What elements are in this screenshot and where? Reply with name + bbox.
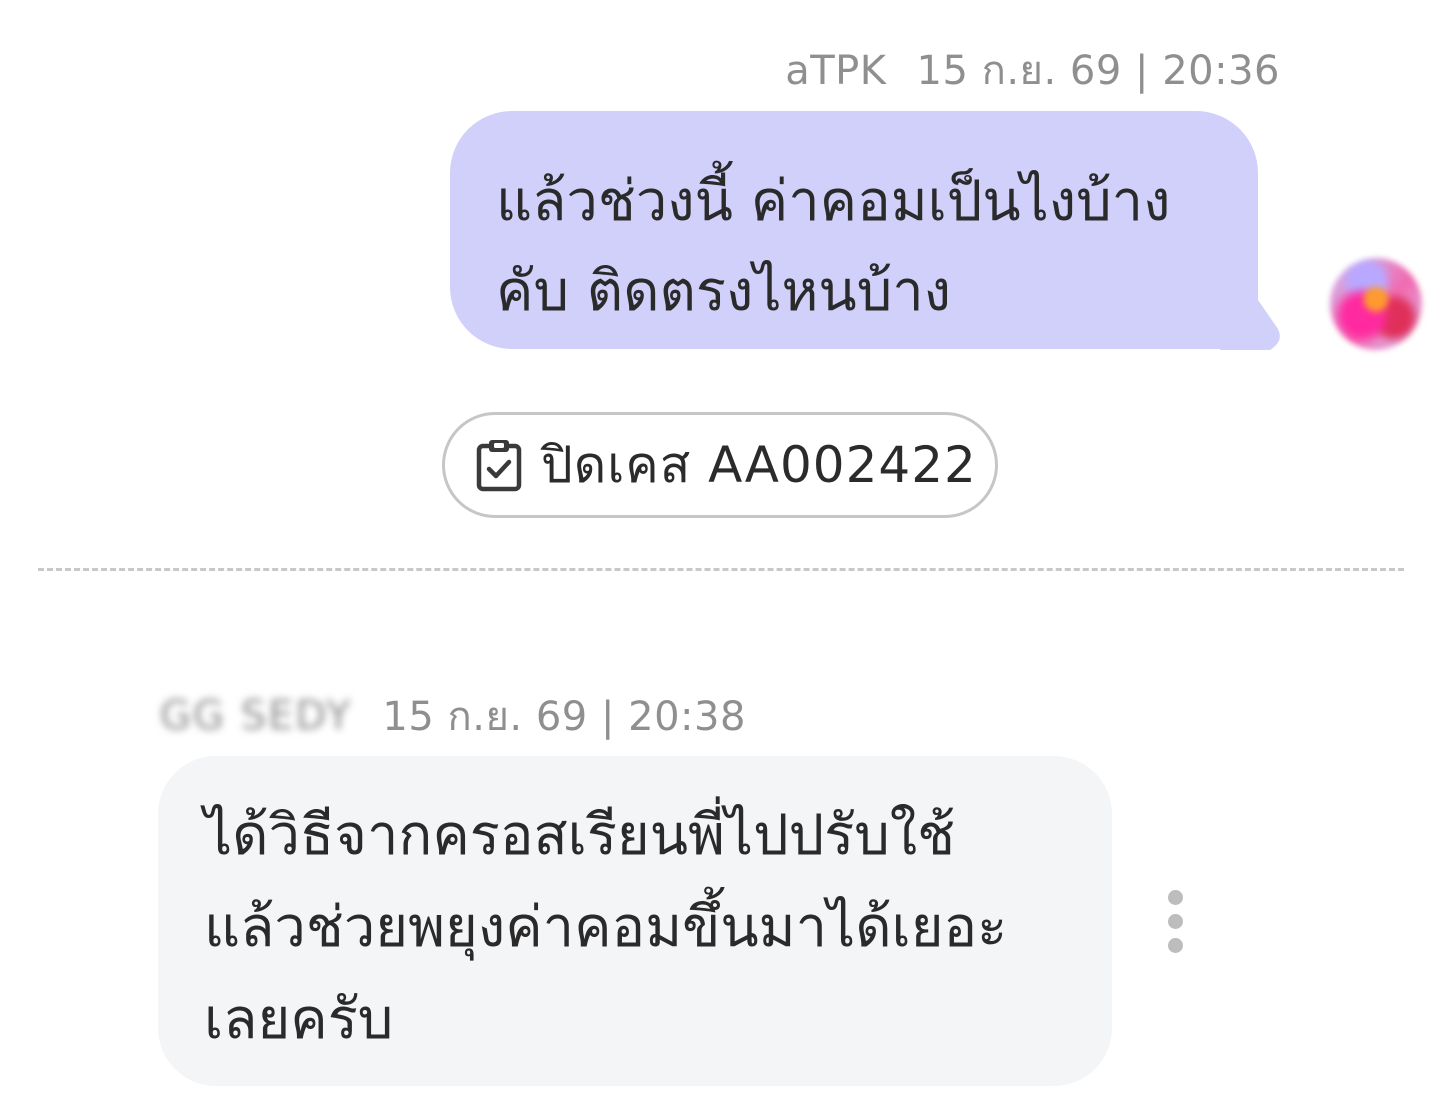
- case-closed-label: ปิดเคส AA002422: [541, 435, 977, 494]
- menu-dot: [1168, 890, 1183, 905]
- more-vertical-icon[interactable]: [1158, 888, 1194, 958]
- incoming-sender-name: GG SEDY: [160, 693, 353, 739]
- incoming-message-line: ได้วิธีจากครอสเรียนพี่ไปปรับใช้: [204, 803, 956, 868]
- outgoing-sender-name: aTPK: [785, 48, 887, 94]
- outgoing-message-meta: aTPK 15 ก.ย. 69 | 20:36: [785, 38, 1280, 102]
- incoming-message-meta: GG SEDY 15 ก.ย. 69 | 20:38: [160, 684, 746, 748]
- outgoing-bubble-tail: [1220, 300, 1280, 350]
- outgoing-message-bubble[interactable]: แล้วช่วงนี้ ค่าคอมเป็นไงบ้าง คับ ติดตรงไ…: [450, 111, 1258, 349]
- conversation-divider: [38, 568, 1404, 571]
- avatar[interactable]: [1330, 258, 1422, 350]
- outgoing-message-line: แล้วช่วงนี้ ค่าคอมเป็นไงบ้าง: [496, 169, 1171, 234]
- incoming-message-line: แล้วช่วยพยุงค่าคอมขึ้นมาได้เยอะ: [204, 895, 1008, 960]
- clipboard-check-icon: [475, 438, 523, 492]
- incoming-message-bubble[interactable]: ได้วิธีจากครอสเรียนพี่ไปปรับใช้ แล้วช่วย…: [158, 756, 1112, 1086]
- outgoing-timestamp: 15 ก.ย. 69 | 20:36: [916, 48, 1280, 94]
- menu-dot: [1168, 914, 1183, 929]
- incoming-timestamp: 15 ก.ย. 69 | 20:38: [382, 694, 746, 740]
- case-closed-chip[interactable]: ปิดเคส AA002422: [442, 412, 998, 518]
- menu-dot: [1168, 938, 1183, 953]
- incoming-message-line: เลยครับ: [204, 987, 394, 1052]
- outgoing-message-line: คับ ติดตรงไหนบ้าง: [496, 259, 952, 324]
